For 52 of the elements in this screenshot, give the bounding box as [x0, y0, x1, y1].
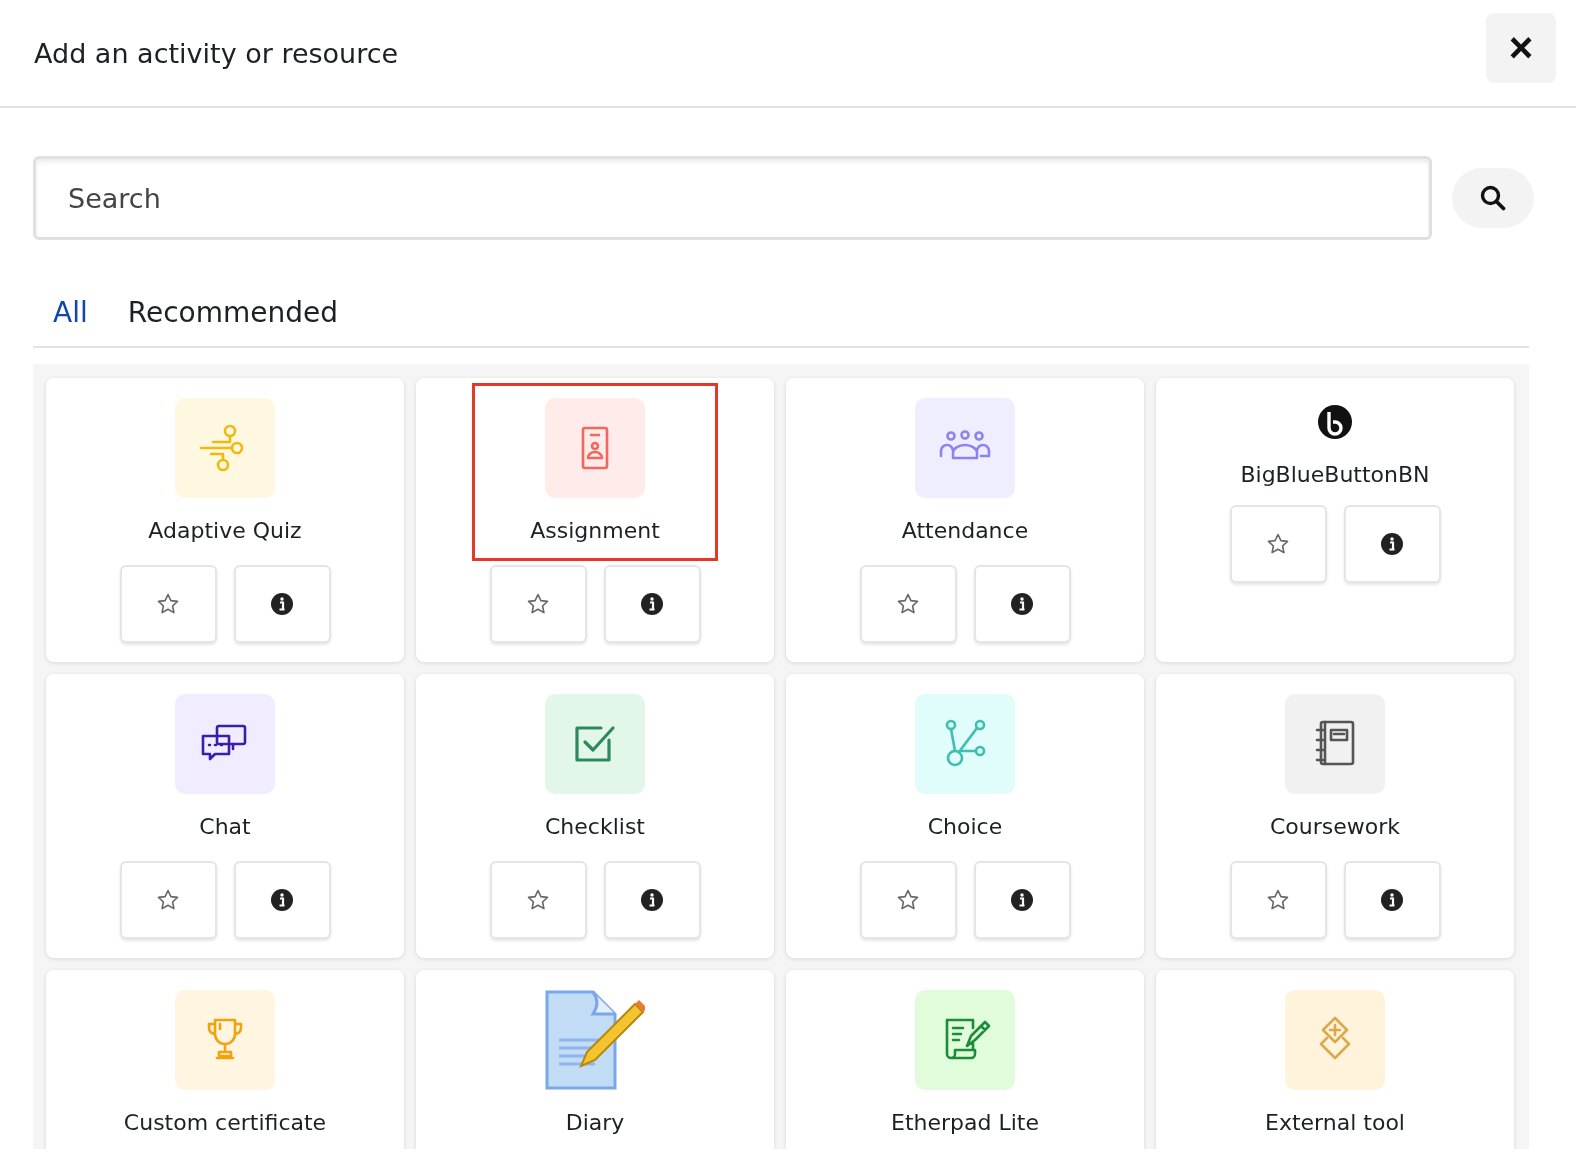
info-button[interactable]: [973, 861, 1071, 939]
tab[interactable]: Recommended: [127, 296, 338, 329]
activity-name[interactable]: Coursework: [1269, 814, 1400, 839]
star-button[interactable]: [1229, 505, 1327, 583]
star-button[interactable]: [859, 861, 957, 939]
info-icon: [1380, 532, 1404, 556]
info-icon: [640, 888, 664, 912]
search-field[interactable]: Search: [33, 156, 1432, 240]
activity-name[interactable]: Checklist: [545, 814, 645, 839]
info-button[interactable]: [233, 565, 331, 643]
star-icon: [896, 592, 920, 616]
star-button[interactable]: [119, 861, 217, 939]
info-button[interactable]: [973, 565, 1071, 643]
activity-name[interactable]: External tool: [1265, 1110, 1405, 1135]
info-button[interactable]: [233, 861, 331, 939]
info-icon: [270, 888, 294, 912]
logo-icon: [1317, 404, 1353, 440]
activity-name[interactable]: Custom certificate: [123, 1110, 327, 1135]
activity-name[interactable]: Choice: [927, 814, 1003, 839]
activity-name[interactable]: Etherpad Lite: [891, 1110, 1039, 1135]
star-icon: [156, 592, 180, 616]
star-icon: [1266, 532, 1290, 556]
close-button[interactable]: ×: [1486, 13, 1556, 83]
star-button[interactable]: [489, 565, 587, 643]
search-icon: [1479, 184, 1507, 212]
tab[interactable]: All: [53, 296, 88, 329]
info-button[interactable]: [1343, 505, 1441, 583]
info-icon: [640, 592, 664, 616]
activity-name[interactable]: Diary: [565, 1110, 625, 1135]
activity-name[interactable]: Assignment: [530, 518, 660, 543]
activity-name[interactable]: Chat: [199, 814, 251, 839]
info-button[interactable]: [603, 565, 701, 643]
star-icon: [526, 592, 550, 616]
star-button[interactable]: [1229, 861, 1327, 939]
info-icon: [1380, 888, 1404, 912]
document-pencil-icon: [545, 990, 645, 1090]
star-icon: [896, 888, 920, 912]
info-button[interactable]: [603, 861, 701, 939]
info-icon: [270, 592, 294, 616]
star-button[interactable]: [489, 861, 587, 939]
activity-name[interactable]: Adaptive Quiz: [148, 518, 302, 543]
star-button[interactable]: [859, 565, 957, 643]
star-button[interactable]: [119, 565, 217, 643]
activity-name[interactable]: Attendance: [901, 518, 1029, 543]
info-button[interactable]: [1343, 861, 1441, 939]
info-icon: [1010, 592, 1034, 616]
star-icon: [1266, 888, 1290, 912]
star-icon: [156, 888, 180, 912]
info-icon: [1010, 888, 1034, 912]
dialog-title: Add an activity or resource: [34, 37, 399, 69]
activity-name[interactable]: BigBlueButtonBN: [1240, 462, 1430, 487]
star-icon: [526, 888, 550, 912]
